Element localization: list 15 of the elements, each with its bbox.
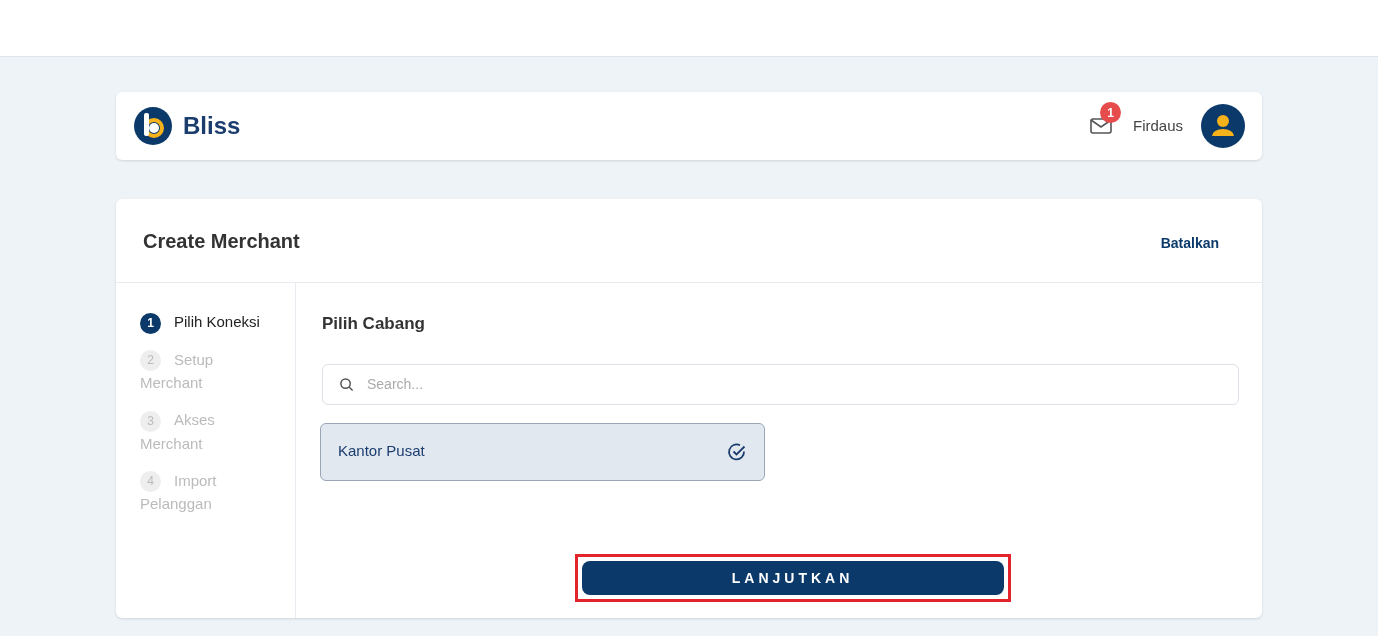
- user-name: Firdaus: [1132, 115, 1183, 136]
- cancel-link[interactable]: Batalkan: [1160, 233, 1219, 254]
- notification-badge: 1: [1099, 102, 1121, 123]
- search-field[interactable]: Search...: [322, 363, 1239, 405]
- brand-name: Bliss: [183, 111, 241, 141]
- check-circle-icon: [727, 441, 747, 462]
- card-title: Create Merchant: [143, 228, 300, 254]
- search-icon: [339, 376, 354, 392]
- step-item[interactable]: 1 Pilih Koneksi: [140, 310, 275, 334]
- continue-button[interactable]: LANJUTKAN: [581, 561, 1004, 595]
- avatar-icon[interactable]: [1201, 104, 1245, 148]
- branch-option[interactable]: Kantor Pusat: [320, 422, 765, 481]
- mail-icon[interactable]: [1088, 116, 1113, 136]
- logo-icon: [133, 106, 173, 146]
- section-title: Pilih Cabang: [322, 313, 426, 335]
